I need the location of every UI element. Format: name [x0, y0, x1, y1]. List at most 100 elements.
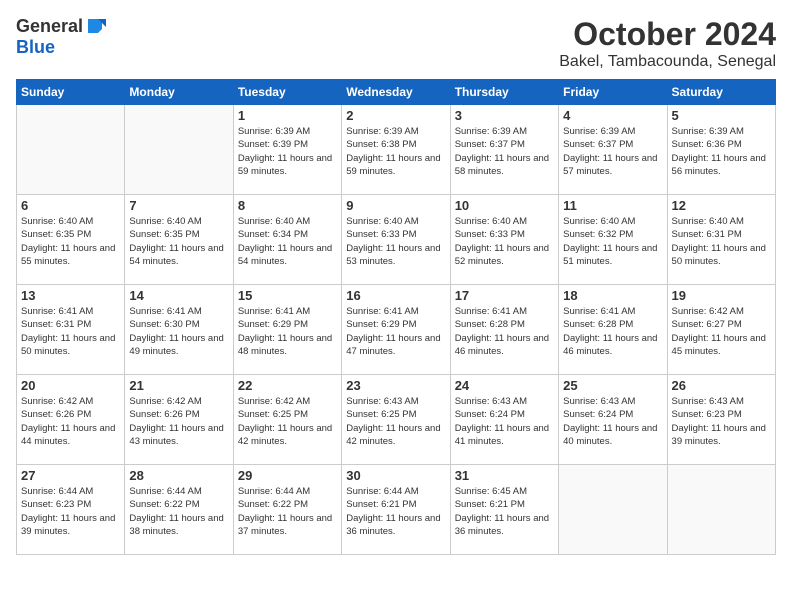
- day-number: 1: [238, 108, 337, 123]
- weekday-header-tuesday: Tuesday: [233, 80, 341, 105]
- calendar-cell: 22Sunrise: 6:42 AM Sunset: 6:25 PM Dayli…: [233, 375, 341, 465]
- day-number: 21: [129, 378, 228, 393]
- day-number: 3: [455, 108, 554, 123]
- calendar-cell: 15 Sunrise: 6:41 AM Sunset: 6:29 PM Dayli…: [233, 285, 341, 375]
- day-info: Sunrise: 6:44 AM Sunset: 6:22 PM Dayligh…: [238, 485, 337, 538]
- day-number: 7: [129, 198, 228, 213]
- header: General Blue October 2024 Bakel, Tambaco…: [16, 16, 776, 71]
- day-info: Sunrise: 6:40 AM Sunset: 6:33 PM Dayligh…: [346, 215, 445, 268]
- day-info: Sunrise: 6:39 AM Sunset: 6:37 PM Dayligh…: [563, 125, 662, 178]
- day-number: 5: [672, 108, 771, 123]
- calendar-cell: 23Sunrise: 6:43 AM Sunset: 6:25 PM Dayli…: [342, 375, 450, 465]
- day-number: 2: [346, 108, 445, 123]
- calendar-cell: 14 Sunrise: 6:41 AM Sunset: 6:30 PM Dayli…: [125, 285, 233, 375]
- calendar-cell: 3 Sunrise: 6:39 AM Sunset: 6:37 PM Daylig…: [450, 105, 558, 195]
- weekday-header-saturday: Saturday: [667, 80, 775, 105]
- day-number: 17: [455, 288, 554, 303]
- calendar-cell: 18 Sunrise: 6:41 AM Sunset: 6:28 PM Dayli…: [559, 285, 667, 375]
- day-info: Sunrise: 6:43 AM Sunset: 6:24 PM Dayligh…: [455, 395, 554, 448]
- calendar-cell: 29 Sunrise: 6:44 AM Sunset: 6:22 PM Dayli…: [233, 465, 341, 555]
- day-number: 4: [563, 108, 662, 123]
- day-info: Sunrise: 6:41 AM Sunset: 6:29 PM Dayligh…: [238, 305, 337, 358]
- calendar-cell: 6Sunrise: 6:40 AM Sunset: 6:35 PM Daylig…: [17, 195, 125, 285]
- calendar-cell: 11 Sunrise: 6:40 AM Sunset: 6:32 PM Dayli…: [559, 195, 667, 285]
- week-row-3: 13Sunrise: 6:41 AM Sunset: 6:31 PM Dayli…: [17, 285, 776, 375]
- calendar-cell: 31Sunrise: 6:45 AM Sunset: 6:21 PM Dayli…: [450, 465, 558, 555]
- day-info: Sunrise: 6:40 AM Sunset: 6:34 PM Dayligh…: [238, 215, 337, 268]
- day-info: Sunrise: 6:43 AM Sunset: 6:25 PM Dayligh…: [346, 395, 445, 448]
- weekday-header-friday: Friday: [559, 80, 667, 105]
- day-number: 30: [346, 468, 445, 483]
- week-row-1: 1Sunrise: 6:39 AM Sunset: 6:39 PM Daylig…: [17, 105, 776, 195]
- day-number: 24: [455, 378, 554, 393]
- week-row-5: 27 Sunrise: 6:44 AM Sunset: 6:23 PM Dayli…: [17, 465, 776, 555]
- day-number: 9: [346, 198, 445, 213]
- calendar-cell: 26 Sunrise: 6:43 AM Sunset: 6:23 PM Dayli…: [667, 375, 775, 465]
- calendar-cell: 1Sunrise: 6:39 AM Sunset: 6:39 PM Daylig…: [233, 105, 341, 195]
- day-number: 28: [129, 468, 228, 483]
- day-number: 11: [563, 198, 662, 213]
- calendar-cell: 27 Sunrise: 6:44 AM Sunset: 6:23 PM Dayli…: [17, 465, 125, 555]
- day-number: 26: [672, 378, 771, 393]
- calendar-cell: 10Sunrise: 6:40 AM Sunset: 6:33 PM Dayli…: [450, 195, 558, 285]
- day-number: 14: [129, 288, 228, 303]
- calendar-cell: 4 Sunrise: 6:39 AM Sunset: 6:37 PM Daylig…: [559, 105, 667, 195]
- calendar-cell: 21Sunrise: 6:42 AM Sunset: 6:26 PM Dayli…: [125, 375, 233, 465]
- day-number: 13: [21, 288, 120, 303]
- day-info: Sunrise: 6:44 AM Sunset: 6:23 PM Dayligh…: [21, 485, 120, 538]
- day-number: 10: [455, 198, 554, 213]
- logo-bird-icon: [84, 15, 106, 37]
- calendar-cell: 2 Sunrise: 6:39 AM Sunset: 6:38 PM Daylig…: [342, 105, 450, 195]
- calendar-cell: [125, 105, 233, 195]
- day-number: 8: [238, 198, 337, 213]
- day-info: Sunrise: 6:39 AM Sunset: 6:37 PM Dayligh…: [455, 125, 554, 178]
- weekday-header-sunday: Sunday: [17, 80, 125, 105]
- calendar-cell: 13Sunrise: 6:41 AM Sunset: 6:31 PM Dayli…: [17, 285, 125, 375]
- day-info: Sunrise: 6:41 AM Sunset: 6:28 PM Dayligh…: [563, 305, 662, 358]
- day-number: 18: [563, 288, 662, 303]
- week-row-4: 20 Sunrise: 6:42 AM Sunset: 6:26 PM Dayli…: [17, 375, 776, 465]
- calendar-cell: [559, 465, 667, 555]
- day-number: 12: [672, 198, 771, 213]
- calendar-cell: 19Sunrise: 6:42 AM Sunset: 6:27 PM Dayli…: [667, 285, 775, 375]
- day-info: Sunrise: 6:40 AM Sunset: 6:31 PM Dayligh…: [672, 215, 771, 268]
- calendar-cell: [667, 465, 775, 555]
- day-info: Sunrise: 6:44 AM Sunset: 6:22 PM Dayligh…: [129, 485, 228, 538]
- day-number: 20: [21, 378, 120, 393]
- day-number: 29: [238, 468, 337, 483]
- day-info: Sunrise: 6:43 AM Sunset: 6:23 PM Dayligh…: [672, 395, 771, 448]
- day-info: Sunrise: 6:42 AM Sunset: 6:26 PM Dayligh…: [21, 395, 120, 448]
- weekday-header-row: SundayMondayTuesdayWednesdayThursdayFrid…: [17, 80, 776, 105]
- day-number: 27: [21, 468, 120, 483]
- day-info: Sunrise: 6:43 AM Sunset: 6:24 PM Dayligh…: [563, 395, 662, 448]
- day-number: 25: [563, 378, 662, 393]
- logo-blue: Blue: [16, 37, 55, 58]
- calendar-table: SundayMondayTuesdayWednesdayThursdayFrid…: [16, 79, 776, 555]
- day-info: Sunrise: 6:41 AM Sunset: 6:29 PM Dayligh…: [346, 305, 445, 358]
- calendar-cell: 28 Sunrise: 6:44 AM Sunset: 6:22 PM Dayli…: [125, 465, 233, 555]
- day-number: 15: [238, 288, 337, 303]
- calendar-cell: 8 Sunrise: 6:40 AM Sunset: 6:34 PM Daylig…: [233, 195, 341, 285]
- location-title: Bakel, Tambacounda, Senegal: [559, 53, 776, 71]
- day-number: 16: [346, 288, 445, 303]
- calendar-cell: 9 Sunrise: 6:40 AM Sunset: 6:33 PM Daylig…: [342, 195, 450, 285]
- calendar-cell: 25 Sunrise: 6:43 AM Sunset: 6:24 PM Dayli…: [559, 375, 667, 465]
- calendar-cell: 5Sunrise: 6:39 AM Sunset: 6:36 PM Daylig…: [667, 105, 775, 195]
- calendar-cell: [17, 105, 125, 195]
- weekday-header-wednesday: Wednesday: [342, 80, 450, 105]
- title-area: October 2024 Bakel, Tambacounda, Senegal: [559, 16, 776, 71]
- day-info: Sunrise: 6:42 AM Sunset: 6:27 PM Dayligh…: [672, 305, 771, 358]
- day-info: Sunrise: 6:40 AM Sunset: 6:35 PM Dayligh…: [129, 215, 228, 268]
- day-info: Sunrise: 6:40 AM Sunset: 6:35 PM Dayligh…: [21, 215, 120, 268]
- day-info: Sunrise: 6:39 AM Sunset: 6:38 PM Dayligh…: [346, 125, 445, 178]
- day-info: Sunrise: 6:41 AM Sunset: 6:30 PM Dayligh…: [129, 305, 228, 358]
- calendar-cell: 24 Sunrise: 6:43 AM Sunset: 6:24 PM Dayli…: [450, 375, 558, 465]
- calendar-cell: 17Sunrise: 6:41 AM Sunset: 6:28 PM Dayli…: [450, 285, 558, 375]
- calendar-cell: 20 Sunrise: 6:42 AM Sunset: 6:26 PM Dayli…: [17, 375, 125, 465]
- day-number: 22: [238, 378, 337, 393]
- day-info: Sunrise: 6:40 AM Sunset: 6:32 PM Dayligh…: [563, 215, 662, 268]
- month-title: October 2024: [559, 16, 776, 53]
- calendar-cell: 7 Sunrise: 6:40 AM Sunset: 6:35 PM Daylig…: [125, 195, 233, 285]
- calendar-cell: 12 Sunrise: 6:40 AM Sunset: 6:31 PM Dayli…: [667, 195, 775, 285]
- day-info: Sunrise: 6:45 AM Sunset: 6:21 PM Dayligh…: [455, 485, 554, 538]
